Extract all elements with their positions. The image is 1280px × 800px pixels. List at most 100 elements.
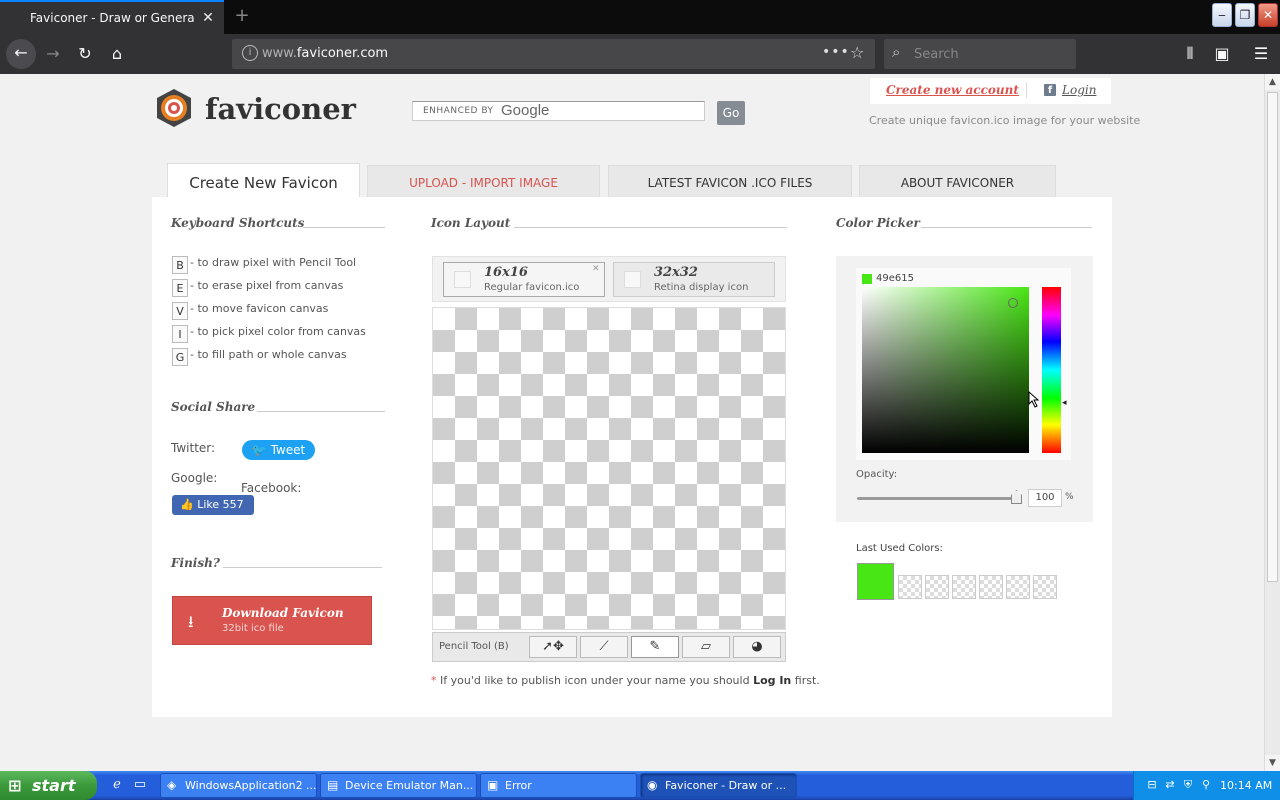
network-tray-icon[interactable]: ⊟ [1145,778,1159,792]
fill-tool-button[interactable]: ◕ [733,636,781,658]
desktop-quicklaunch-icon[interactable]: ▭ [131,776,149,794]
site-info-icon[interactable]: i [242,45,258,61]
taskbar-item-windowsapplication2[interactable]: ◈ WindowsApplication2 ... [160,773,317,798]
section-divider [303,227,385,228]
reload-button[interactable]: ↻ [71,40,99,68]
eraser-tool-button[interactable]: ▱ [682,636,730,658]
site-tagline: Create unique favicon.ico image for your… [869,114,1141,127]
size-name: 16x16 [484,265,528,280]
forward-button[interactable]: → [39,40,67,68]
last-used-color-empty[interactable] [925,575,949,599]
tab-upload-import[interactable]: UPLOAD - IMPORT IMAGE [367,165,600,197]
page-actions-icon[interactable]: ••• [822,44,850,60]
menu-icon[interactable]: ☰ [1247,40,1275,68]
scroll-up-arrow-icon[interactable]: ▲ [1265,74,1280,90]
color-picker-tool-button[interactable]: ⟋ [580,636,628,658]
last-used-color-empty[interactable] [1006,575,1030,599]
browser-tab-faviconer[interactable]: Faviconer - Draw or Generate favicon ✕ [0,0,224,34]
close-icon[interactable]: ✕ [592,264,600,274]
ie-quicklaunch-icon[interactable]: ℯ [108,776,126,794]
sync-tray-icon[interactable]: ⇄ [1163,778,1177,792]
url-prefix: www. [262,46,297,61]
favicon-drawing-canvas[interactable] [432,307,786,630]
browser-tab-title: Faviconer - Draw or Generate favicon [30,11,194,25]
icon-layout-title: Icon Layout [431,216,511,230]
move-tool-button[interactable]: ➚✥ [529,636,577,658]
library-icon[interactable]: ⫴ [1176,40,1204,68]
task-label: Device Emulator Man... [345,779,474,792]
shield-tray-icon[interactable]: ⛨ [1181,778,1195,792]
current-tool-label: Pencil Tool (B) [439,641,509,652]
hue-slider-arrow-icon[interactable]: ◂ [1062,398,1067,408]
home-button[interactable]: ⌂ [103,40,131,68]
bookmark-star-icon[interactable]: ☆ [850,43,864,62]
last-used-color-swatch[interactable] [857,563,894,600]
scrollbar-thumb[interactable] [1267,92,1278,582]
firefox-icon: ◉ [647,778,658,792]
last-used-color-empty[interactable] [952,575,976,599]
current-color-hex[interactable]: 49e615 [876,273,914,284]
size-sublabel: Retina display icon [654,282,749,293]
section-divider [257,411,385,412]
saturation-handle[interactable] [1008,298,1018,308]
finish-title: Finish? [171,556,220,570]
minimize-window-button[interactable]: ‒ [1212,3,1232,27]
taskbar-item-device-emulator[interactable]: ▤ Device Emulator Man... [320,773,477,798]
tab-about[interactable]: ABOUT FAVICONER [859,165,1056,197]
facebook-icon[interactable]: f [1044,84,1056,96]
opacity-slider[interactable] [857,497,1020,500]
start-button[interactable]: ⊞ start [0,771,97,800]
size-16x16-button[interactable]: 16x16 Regular favicon.ico ✕ [443,262,605,297]
close-window-button[interactable]: ✕ [1258,3,1278,27]
section-divider [223,567,382,568]
saturation-value-area[interactable] [862,287,1029,453]
site-logo-text[interactable]: faviconer [205,92,356,126]
browser-search-box[interactable]: ⌕ [884,39,1076,69]
url-text: www.faviconer.com [262,46,388,61]
last-used-color-empty[interactable] [979,575,1003,599]
restore-window-button[interactable]: ❐ [1235,3,1255,27]
mouse-cursor-icon [1028,391,1040,408]
sidebar-icon[interactable]: ▣ [1208,40,1236,68]
go-button[interactable]: Go [717,101,745,125]
page-scrollbar[interactable]: ▲ ▼ [1264,74,1280,771]
facebook-like-button[interactable]: 👍 Like 557 [172,495,254,515]
taskbar-item-error[interactable]: ▣ Error [480,773,637,798]
shortcut-key-e: E [172,279,188,297]
task-label: Error [505,779,532,792]
taskbar-clock: 10:14 AM [1220,779,1273,792]
new-tab-icon[interactable]: + [232,6,252,26]
size-32x32-button[interactable]: 32x32 Retina display icon [613,262,775,297]
tweet-button[interactable]: 🐦 Tweet [242,440,315,460]
download-favicon-button[interactable]: ⭳ Download Favicon 32bit ico file [172,596,372,645]
eyedropper-icon: ⟋ [599,639,609,654]
scroll-down-arrow-icon[interactable]: ▼ [1265,755,1280,771]
tweet-label: Tweet [270,443,306,457]
opacity-label: Opacity: [856,469,898,480]
google-search-input[interactable]: ENHANCED BY Google [412,101,705,121]
publish-login-link[interactable]: Log In [753,674,791,687]
icon-preview-32 [624,271,641,288]
pencil-tool-button[interactable]: ✎ [631,636,679,658]
tab-create-favicon[interactable]: Create New Favicon [167,163,360,197]
browser-search-input[interactable] [914,45,1064,63]
size-name: 32x32 [654,265,698,280]
close-tab-icon[interactable]: ✕ [200,10,216,26]
faviconer-logo[interactable] [154,88,194,128]
last-used-color-empty[interactable] [1033,575,1057,599]
create-account-link[interactable]: Create new account [886,83,1019,97]
search-tray-icon[interactable]: ⚲ [1199,778,1213,792]
app-icon: ◈ [167,778,177,792]
login-link[interactable]: Login [1062,83,1096,97]
opacity-input[interactable]: 100 [1028,489,1062,507]
taskbar-item-faviconer[interactable]: ◉ Faviconer - Draw or ... [640,773,797,798]
tab-latest-favicons[interactable]: LATEST FAVICON .ICO FILES [608,165,852,197]
hue-slider[interactable] [1042,287,1061,453]
twitter-bird-icon: 🐦 [251,443,267,457]
google-enhanced-label: ENHANCED BY [423,106,494,116]
social-share-title: Social Share [171,400,256,414]
facebook-label: Facebook: [241,481,302,495]
address-bar[interactable]: i www.faviconer.com ••• ☆ [232,39,875,69]
last-used-color-empty[interactable] [898,575,922,599]
back-button[interactable]: ← [6,39,36,69]
